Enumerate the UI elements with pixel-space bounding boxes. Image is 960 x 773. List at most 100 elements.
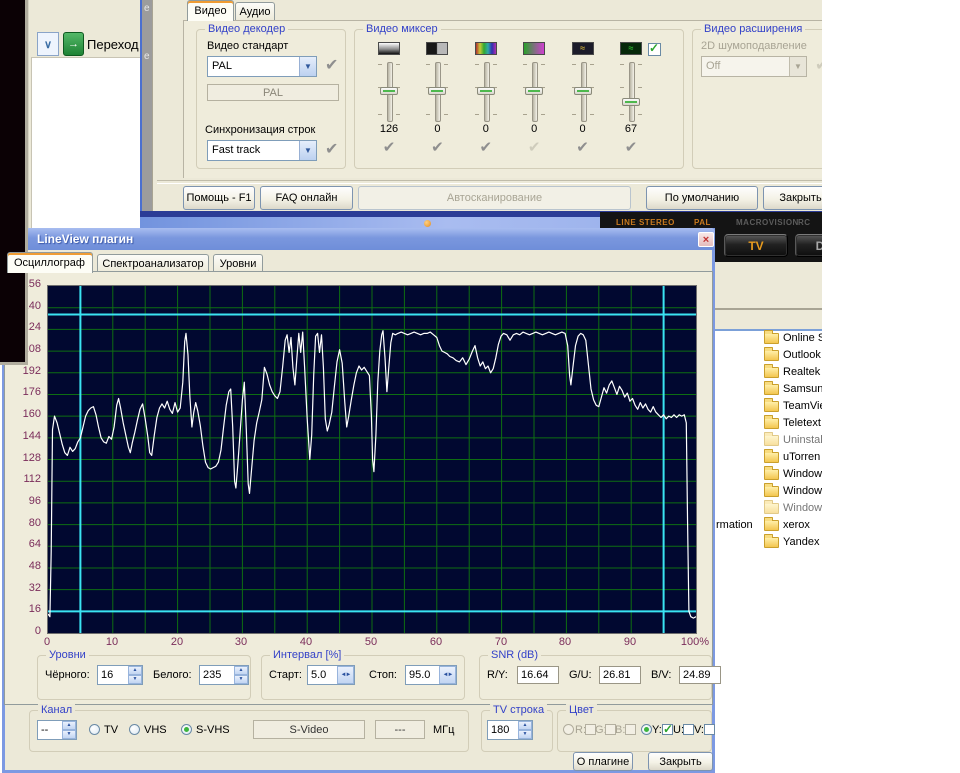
browser-content-area (31, 57, 143, 230)
checkbox-b[interactable] (625, 724, 636, 735)
interval-stop-value[interactable]: 95.0 (406, 666, 439, 684)
y-axis-tick-label: 0 (7, 625, 41, 637)
mixer-slider-thumb[interactable] (525, 87, 543, 95)
close-icon[interactable]: × (698, 232, 714, 247)
folder-item[interactable]: Uninstal (783, 434, 822, 446)
slider-tick (638, 87, 642, 88)
tab-oscillograph[interactable]: Осциллограф (7, 252, 93, 273)
mixer-slider-thumb[interactable] (380, 87, 398, 95)
folder-item[interactable]: Window (783, 502, 822, 514)
radio-s-vhs[interactable] (181, 724, 192, 735)
slider-tick (493, 64, 497, 65)
help-button[interactable]: Помощь - F1 (183, 186, 255, 210)
defaults-button[interactable]: По умолчанию (646, 186, 758, 210)
black-window-fragment (0, 0, 28, 365)
confirm-check-icon[interactable]: ✔ (480, 138, 493, 156)
folder-item[interactable]: Window (783, 485, 822, 497)
radio-rgb[interactable] (563, 724, 574, 735)
chevron-down-icon[interactable]: ▼ (299, 57, 316, 76)
dialog-separator (157, 180, 822, 184)
indicator-rc: RC (798, 218, 811, 227)
mixer-value: 0 (483, 123, 489, 135)
mixer-slider-thumb[interactable] (428, 87, 446, 95)
radio-label-tv[interactable]: TV (104, 724, 118, 736)
chevron-down-icon[interactable]: ▼ (299, 141, 316, 160)
black-level-value[interactable]: 16 (98, 666, 128, 684)
folder-item[interactable]: Online S (783, 332, 822, 344)
white-level-spinner[interactable]: 235 ▲▼ (199, 665, 249, 685)
folder-item[interactable]: Window (783, 468, 822, 480)
go-button-label[interactable]: Переход (87, 37, 139, 52)
close-plugin-button[interactable]: Закрыть (648, 752, 713, 771)
folder-item[interactable]: Realtek (783, 366, 820, 378)
confirm-check-icon[interactable]: ✔ (528, 138, 541, 156)
autoscan-button[interactable]: Автосканирование (358, 186, 631, 210)
faq-online-button[interactable]: FAQ онлайн (260, 186, 353, 210)
confirm-check-icon[interactable]: ✔ (325, 58, 338, 74)
address-dropdown-button[interactable]: ∨ (37, 32, 59, 56)
interval-start-spinner[interactable]: 5.0 ◄► (307, 665, 355, 685)
tab-audio[interactable]: Аудио (235, 2, 275, 21)
strip-text-fragment: e (144, 51, 150, 62)
checkbox-v[interactable] (704, 724, 715, 735)
color-label-y[interactable]: Y: (652, 724, 662, 736)
mixer-enable-checkbox[interactable] (648, 43, 661, 56)
folder-item[interactable]: Teletext (783, 417, 821, 429)
mixer-slider-thumb[interactable] (574, 87, 592, 95)
confirm-check-icon[interactable]: ✔ (576, 138, 589, 156)
tv-line-value[interactable]: 180 (488, 721, 518, 739)
channel-spinner[interactable]: -- ▲▼ (37, 720, 77, 740)
confirm-check-icon[interactable]: ✔ (625, 138, 638, 156)
folder-item[interactable]: Yandex (783, 536, 820, 548)
video-standard-combobox[interactable]: PAL ▼ (207, 56, 317, 77)
folder-icon (764, 503, 779, 514)
go-button-icon[interactable]: → (63, 32, 84, 56)
about-plugin-button[interactable]: О плагине (573, 752, 633, 771)
spinner-arrows-icon[interactable]: ▲▼ (234, 666, 248, 684)
video-extensions-group: Видео расширения 2D шумоподавление Off ▼… (692, 29, 822, 169)
slider-tick (396, 64, 400, 65)
confirm-check-icon[interactable]: ✔ (325, 142, 338, 158)
y-axis-tick-label: 160 (7, 408, 41, 420)
radio-yuv[interactable] (641, 724, 652, 735)
mixer-value: 0 (434, 123, 440, 135)
settings-tab-page: Видео декодер Видео стандарт PAL ▼ ✔ PAL… (183, 20, 822, 178)
folder-item[interactable]: Outlook (783, 349, 821, 361)
color-label-v[interactable]: V: (694, 724, 704, 736)
interval-start-value[interactable]: 5.0 (308, 666, 337, 684)
lineview-titlebar[interactable]: LineView плагин × (2, 228, 715, 250)
folder-item[interactable]: uTorren (783, 451, 820, 463)
white-level-value[interactable]: 235 (200, 666, 234, 684)
radio-label-s-vhs[interactable]: S-VHS (196, 724, 230, 736)
dv-mode-button[interactable]: DV (795, 234, 822, 257)
folder-item[interactable]: Samsun (783, 383, 822, 395)
folder-item[interactable]: xerox (783, 519, 810, 531)
confirm-check-icon[interactable]: ✔ (383, 138, 396, 156)
mixer-slider-thumb[interactable] (622, 98, 640, 106)
spinner-arrows-icon[interactable]: ◄► (439, 666, 456, 684)
checkbox-y[interactable] (662, 724, 673, 735)
spinner-arrows-icon[interactable]: ▲▼ (128, 666, 142, 684)
folder-item[interactable]: TeamVie (783, 400, 822, 412)
interval-stop-spinner[interactable]: 95.0 ◄► (405, 665, 457, 685)
spinner-arrows-icon[interactable]: ▲▼ (62, 721, 76, 739)
checkbox-u[interactable] (683, 724, 694, 735)
noise-reduction-combobox[interactable]: Off ▼ (701, 56, 807, 77)
tab-video[interactable]: Видео (187, 0, 234, 21)
close-dialog-button[interactable]: Закрыть (763, 186, 822, 210)
mixer-slider-thumb[interactable] (477, 87, 495, 95)
line-sync-combobox[interactable]: Fast track ▼ (207, 140, 317, 161)
radio-label-vhs[interactable]: VHS (144, 724, 167, 736)
folder-icon (764, 520, 779, 531)
tv-mode-button[interactable]: TV (724, 234, 788, 257)
channel-value[interactable]: -- (38, 721, 62, 739)
spinner-arrows-icon[interactable]: ▲▼ (518, 721, 532, 739)
noise-reduction-label: 2D шумоподавление (701, 40, 807, 52)
video-mixer-group-title: Видео миксер (363, 23, 441, 35)
black-level-spinner[interactable]: 16 ▲▼ (97, 665, 143, 685)
confirm-check-icon[interactable]: ✔ (431, 138, 444, 156)
radio-tv[interactable] (89, 724, 100, 735)
tv-line-spinner[interactable]: 180 ▲▼ (487, 720, 533, 740)
spinner-arrows-icon[interactable]: ◄► (337, 666, 354, 684)
radio-vhs[interactable] (129, 724, 140, 735)
